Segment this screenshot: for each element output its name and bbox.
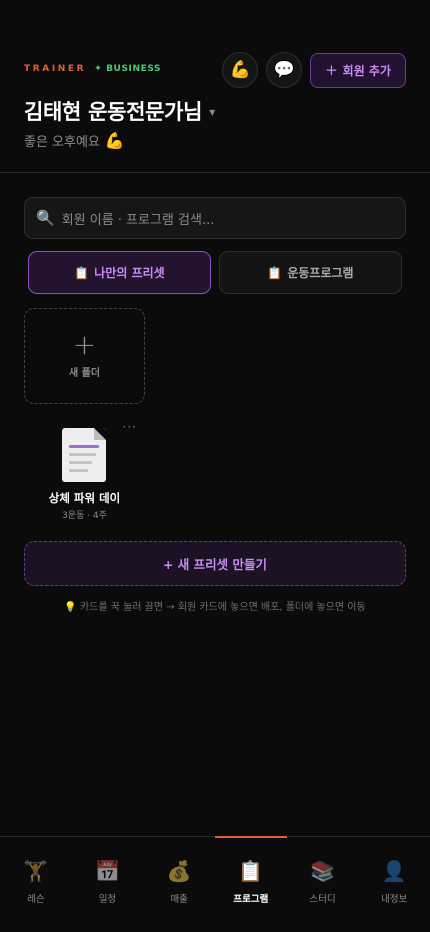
document-line: [69, 461, 92, 464]
brand-business-label: BUSINESS: [106, 64, 162, 74]
greeting: 좋은 오후예요 💪: [24, 131, 125, 150]
clipboard-icon: 📋: [74, 265, 90, 280]
preset-meta: 3운동 · 4주: [62, 511, 107, 521]
sparkle-icon: ✦: [94, 64, 103, 74]
greeting-text: 좋은 오후예요: [24, 135, 100, 150]
nav-label: 프로그램: [233, 894, 269, 905]
header: TRAINER ✦ BUSINESS 💪 💬 + 회원 추가 김태현 운동전문가…: [0, 0, 430, 173]
money-bag-icon: 💰: [166, 859, 192, 883]
brand-trainer-text: TRAINER: [24, 64, 87, 74]
nav-study[interactable]: 📚 스터디: [287, 837, 359, 932]
nav-programs[interactable]: 📋 프로그램: [215, 836, 287, 932]
header-actions: 💪 💬 + 회원 추가: [222, 52, 406, 88]
bottom-nav: 🏋️ 레슨 📅 일정 💰 매출 📋 프로그램 📚 스터디 👤 내정보: [0, 836, 430, 932]
trainer-selector[interactable]: 김태현 운동전문가님 ▾: [24, 96, 215, 126]
nav-sales[interactable]: 💰 매출: [143, 837, 215, 932]
document-icon: [62, 428, 106, 482]
user-icon: 👤: [381, 859, 407, 883]
nav-label: 매출: [170, 894, 188, 905]
add-member-button[interactable]: + 회원 추가: [310, 52, 406, 88]
tab-label: 운동프로그램: [287, 266, 354, 280]
nav-label: 레슨: [27, 894, 45, 905]
active-tab-indicator: [215, 836, 287, 838]
nav-lessons[interactable]: 🏋️ 레슨: [0, 837, 72, 932]
nav-label: 내정보: [381, 894, 408, 905]
brand-logo: TRAINER ✦ BUSINESS: [24, 64, 161, 74]
clipboard-icon: 📋: [238, 859, 264, 883]
page-title: 김태현 운동전문가님: [24, 100, 203, 124]
nav-label: 일정: [98, 894, 117, 905]
clipboard-icon: 📋: [267, 265, 283, 280]
document-line: [69, 445, 99, 448]
search-icon: 🔍: [36, 209, 55, 227]
muscle-emoji-icon: 💪: [104, 131, 125, 150]
books-icon: 📚: [310, 859, 335, 883]
tab-label: 나만의 프리셋: [94, 266, 165, 280]
tab-exercise-programs[interactable]: 📋 운동프로그램: [219, 251, 402, 294]
nav-label: 스터디: [309, 894, 336, 905]
preset-card[interactable]: ··· 상체 파워 데이 3운동 · 4주: [24, 420, 145, 525]
dumbbell-icon: 🏋️: [23, 859, 49, 883]
nav-my-info[interactable]: 👤 내정보: [358, 837, 430, 932]
search-input[interactable]: 🔍 회원 이름 · 프로그램 검색...: [24, 197, 406, 239]
plus-icon: +: [325, 61, 338, 79]
chat-icon: 💬: [273, 60, 295, 80]
more-options-icon[interactable]: ···: [123, 420, 137, 434]
tab-my-presets[interactable]: 📋 나만의 프리셋: [28, 251, 211, 294]
add-member-label: 회원 추가: [342, 63, 391, 78]
nav-schedule[interactable]: 📅 일정: [72, 837, 144, 932]
chevron-down-icon: ▾: [209, 105, 216, 119]
document-line: [69, 469, 88, 472]
brand-business-text: ✦ BUSINESS: [94, 64, 161, 74]
drag-hint: 💡 카드를 꾹 눌러 끌면 → 회원 카드에 놓으면 배포, 폴더에 놓으면 이…: [64, 602, 366, 613]
plus-icon: +: [72, 327, 97, 361]
document-fold: [94, 428, 106, 440]
muscle-button[interactable]: 💪: [222, 52, 259, 88]
document-line: [69, 453, 96, 456]
new-folder-button[interactable]: + 새 폴더: [24, 308, 145, 404]
tab-bar: 📋 나만의 프리셋 📋 운동프로그램: [28, 251, 402, 294]
preset-name: 상체 파워 데이: [48, 491, 121, 505]
muscle-icon: 💪: [229, 60, 251, 80]
calendar-icon: 📅: [95, 859, 120, 883]
search-placeholder: 회원 이름 · 프로그램 검색...: [61, 212, 215, 228]
new-folder-label: 새 폴더: [68, 367, 101, 379]
chat-button[interactable]: 💬: [266, 52, 303, 88]
new-preset-button[interactable]: + 새 프리셋 만들기: [24, 541, 406, 586]
